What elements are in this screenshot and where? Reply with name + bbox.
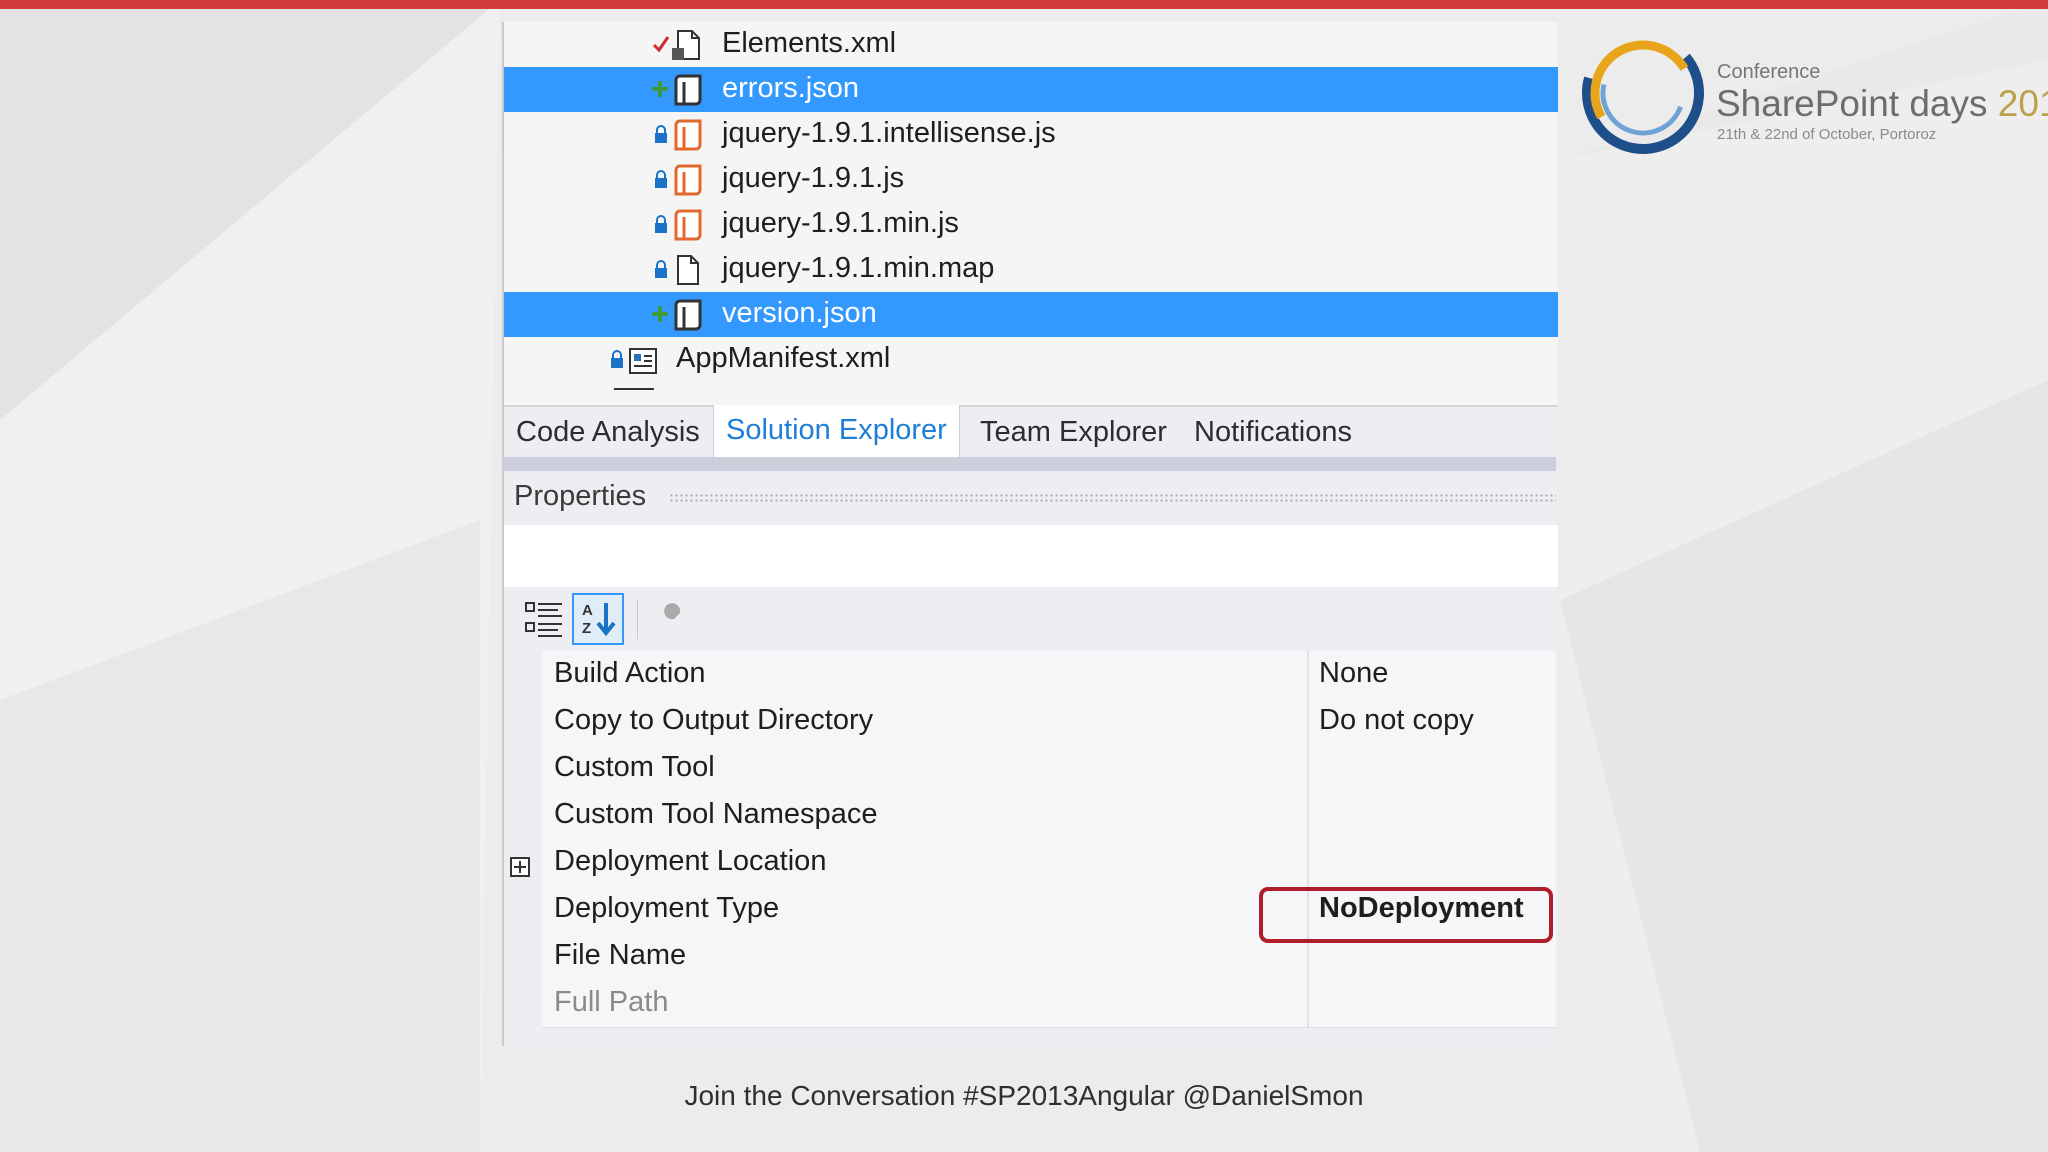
script-file-icon: [674, 299, 702, 331]
tree-item-jquery-min-js[interactable]: jquery-1.9.1.min.js: [504, 202, 1558, 247]
logo-subtitle: 21th & 22nd of October, Portoroz: [1717, 126, 1937, 143]
script-file-icon: [674, 164, 702, 196]
logo-year: 2014: [1997, 83, 2048, 124]
property-name: File Name: [542, 933, 1309, 980]
tree-item-appmanifest[interactable]: AppManifest.xml: [504, 337, 1558, 382]
tool-window-tabs: Code Analysis Solution Explorer Team Exp…: [502, 405, 1558, 457]
tree-item-errors-json[interactable]: errors.json: [504, 67, 1558, 112]
script-file-icon: [674, 119, 702, 151]
accent-bar: [0, 0, 2048, 9]
property-row-custom-tool[interactable]: Custom Tool: [542, 745, 1556, 793]
property-row-build-action[interactable]: Build Action None: [542, 651, 1556, 699]
tree-item-label: jquery-1.9.1.js: [722, 162, 905, 194]
script-file-icon: [674, 74, 702, 106]
property-row-copy-output[interactable]: Copy to Output Directory Do not copy: [542, 698, 1556, 746]
locked-icon: [655, 170, 667, 188]
script-file-icon: [674, 209, 702, 241]
tree-item-label: jquery-1.9.1.intellisense.js: [722, 117, 1056, 149]
property-grid: Build Action None Copy to Output Directo…: [502, 651, 1558, 1046]
manifest-file-icon: [629, 348, 657, 374]
property-value: [1309, 839, 1556, 886]
property-name: Copy to Output Directory: [542, 698, 1309, 745]
toolbar-separator: [637, 599, 638, 639]
locked-icon: [655, 260, 667, 278]
tree-item-label: errors.json: [722, 72, 859, 104]
properties-title: Properties: [514, 480, 647, 512]
property-value: [1309, 792, 1556, 839]
property-value: [1309, 980, 1556, 1027]
property-name: Custom Tool Namespace: [542, 792, 1309, 839]
property-name: Deployment Location: [542, 839, 1309, 886]
categorized-button[interactable]: [518, 593, 570, 645]
property-row-custom-tool-namespace[interactable]: Custom Tool Namespace: [542, 792, 1556, 840]
xml-file-icon: [672, 30, 700, 60]
swirl-logo-icon: [1582, 32, 1704, 154]
alphabetical-sort-icon: A Z: [582, 602, 616, 637]
property-value: [1309, 745, 1556, 792]
logo-title: SharePoint days 2014: [1716, 83, 2048, 125]
tab-team-explorer[interactable]: Team Explorer: [968, 407, 1179, 457]
tab-strip-divider: [502, 457, 1556, 471]
alphabetical-button[interactable]: A Z: [572, 593, 624, 645]
tree-item-label: version.json: [722, 297, 877, 329]
logo-conference: Conference: [1717, 61, 1821, 83]
property-name: Full Path: [542, 980, 1309, 1027]
tree-item-jquery-min-map[interactable]: jquery-1.9.1.min.map: [504, 247, 1558, 292]
wrench-icon: [660, 603, 681, 633]
tree-item-elements-xml[interactable]: Elements.xml: [504, 22, 1558, 67]
callout-highlight: [1259, 887, 1553, 943]
tree-item-partial: [614, 388, 654, 400]
tree-item-label: AppManifest.xml: [676, 342, 891, 374]
property-row-deployment-location[interactable]: Deployment Location: [542, 839, 1556, 887]
tree-item-label: jquery-1.9.1.min.js: [722, 207, 959, 239]
locked-icon: [611, 350, 623, 368]
tab-code-analysis[interactable]: Code Analysis: [504, 407, 712, 457]
locked-icon: [655, 125, 667, 143]
locked-icon: [655, 215, 667, 233]
title-grip[interactable]: [669, 493, 1556, 502]
tab-notifications[interactable]: Notifications: [1182, 407, 1364, 457]
property-pages-button[interactable]: [646, 593, 698, 645]
tree-item-label: jquery-1.9.1.min.map: [722, 252, 995, 284]
property-row-full-path[interactable]: Full Path: [542, 980, 1556, 1028]
added-icon: [652, 306, 668, 322]
property-name: Deployment Type: [542, 886, 1309, 933]
property-name: Build Action: [542, 651, 1309, 698]
expand-icon[interactable]: [510, 857, 530, 877]
tree-item-version-json[interactable]: version.json: [504, 292, 1558, 337]
property-value: Do not copy: [1309, 698, 1556, 745]
checked-out-icon: [652, 36, 670, 53]
properties-toolbar: A Z: [502, 587, 1558, 651]
properties-header: Properties: [502, 471, 1558, 525]
tree-item-jquery-intellisense[interactable]: jquery-1.9.1.intellisense.js: [504, 112, 1558, 157]
tree-item-jquery-js[interactable]: jquery-1.9.1.js: [504, 157, 1558, 202]
added-icon: [652, 81, 668, 97]
property-value: None: [1309, 651, 1556, 698]
property-name: Custom Tool: [542, 745, 1309, 792]
tree-item-label: Elements.xml: [722, 27, 897, 59]
object-selector[interactable]: [502, 525, 1558, 587]
footer-text: Join the Conversation #SP2013Angular @Da…: [684, 1080, 1364, 1111]
plain-file-icon: [677, 255, 699, 285]
conference-logo: Conference SharePoint days 2014 21th & 2…: [1577, 25, 2048, 160]
solution-explorer-tree[interactable]: Elements.xml errors.json jquery-1.9.1.in…: [502, 22, 1558, 405]
categorized-icon: [525, 602, 562, 637]
tab-solution-explorer[interactable]: Solution Explorer: [713, 405, 960, 457]
svg-text:Z: Z: [582, 620, 591, 637]
svg-text:A: A: [582, 602, 593, 619]
